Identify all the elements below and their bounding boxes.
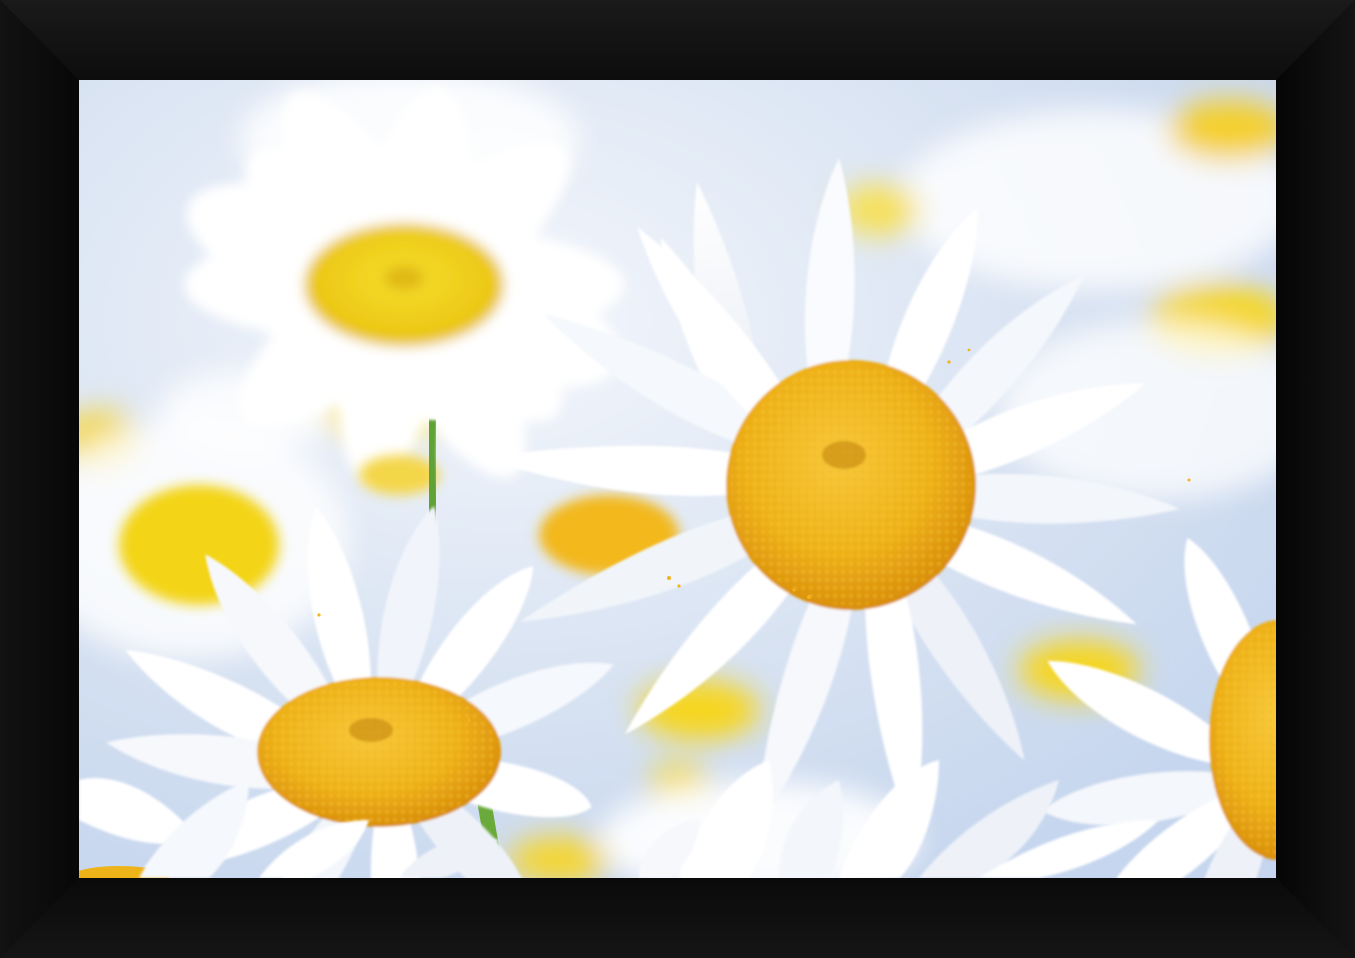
- frame-bottom-edge: [0, 878, 1355, 958]
- frame-left-edge: [0, 0, 79, 958]
- frame-top-edge: [0, 0, 1355, 80]
- frame-right-edge: [1276, 0, 1355, 958]
- daisy-photo: [79, 80, 1276, 878]
- daisy-illustration: [79, 80, 1276, 878]
- picture-frame: [0, 0, 1355, 958]
